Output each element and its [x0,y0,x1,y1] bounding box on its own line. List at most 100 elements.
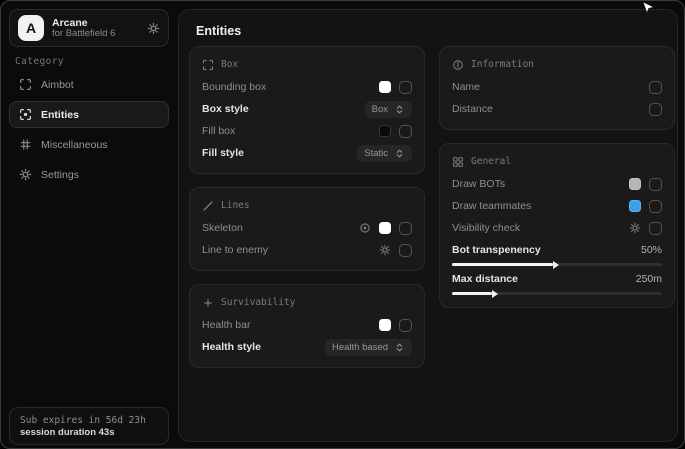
slider-track[interactable] [452,292,662,295]
setting-label: Draw teammates [452,200,531,212]
sidebar-item-label: Entities [41,109,79,121]
sidebar-item-label: Settings [41,169,79,181]
card-title: Lines [221,200,250,211]
slider-row: Max distance 250m [452,269,662,295]
aimbot-icon [19,78,32,91]
color-swatch[interactable] [379,319,391,331]
sub-expiry-text: Sub expires in 56d 23h [20,415,158,426]
checkbox-line-to-enemy[interactable] [399,244,412,257]
card-general: General Draw BOTs Draw teammates Visibil… [439,143,675,308]
slider-value: 250m [636,273,662,285]
gear-icon[interactable] [629,222,641,234]
slider-label: Max distance [452,273,518,285]
card-header: Information [452,56,662,73]
settings-gear-icon[interactable] [147,22,160,35]
information-icon [452,59,464,71]
setting-row: Distance [452,98,662,120]
entities-icon [19,108,32,121]
checkbox-visibility-check[interactable] [649,222,662,235]
session-duration-text: session duration 43s [20,427,158,438]
checkbox-distance[interactable] [649,103,662,116]
setting-label: Fill style [202,147,244,159]
card-header: General [452,153,662,170]
sidebar-item-label: Miscellaneous [41,139,108,151]
mouse-cursor [642,1,655,19]
configure-icon[interactable] [359,222,371,234]
color-swatch[interactable] [629,178,641,190]
survivability-icon [202,297,214,309]
setting-row: Fill box [202,120,412,142]
card-header: Lines [202,197,412,214]
card-header: Survivability [202,294,412,311]
setting-label: Distance [452,103,493,115]
checkbox-draw-bots[interactable] [649,178,662,191]
app-logo: A [18,15,44,41]
setting-row: Skeleton [202,217,412,239]
setting-label: Visibility check [452,222,520,234]
left-column: Box Bounding box Box style Box Fill box … [189,46,425,368]
card-box: Box Bounding box Box style Box Fill box … [189,46,425,174]
dropdown-value: Static [364,148,388,159]
logo-card: A Arcane for Battlefield 6 [9,9,169,47]
setting-row: Line to enemy [202,239,412,261]
setting-row: Draw teammates [452,195,662,217]
sidebar-item-label: Aimbot [41,79,74,91]
dropdown-value: Health based [332,342,388,353]
color-swatch[interactable] [629,200,641,212]
card-information: Information Name Distance [439,46,675,130]
chevrons-up-down-icon [394,342,405,353]
card-survivability: Survivability Health bar Health style He… [189,284,425,368]
setting-label: Health bar [202,319,250,331]
setting-row: Bounding box [202,76,412,98]
gear-icon[interactable] [379,244,391,256]
setting-row: Health bar [202,314,412,336]
checkbox-fill-box[interactable] [399,125,412,138]
setting-label: Bounding box [202,81,266,93]
checkbox-bounding-box[interactable] [399,81,412,94]
card-title: Survivability [221,297,295,308]
sidebar-nav: Aimbot Entities Miscellaneous Settings [9,71,169,188]
dropdown-box-style[interactable]: Box [365,101,412,118]
checkbox-draw-teammates[interactable] [649,200,662,213]
general-icon [452,156,464,168]
setting-row: Fill style Static [202,142,412,164]
setting-row: Name [452,76,662,98]
app-window: A Arcane for Battlefield 6 Category Aimb… [0,0,685,449]
slider-track[interactable] [452,263,662,266]
color-swatch[interactable] [379,222,391,234]
sidebar-item-miscellaneous[interactable]: Miscellaneous [9,131,169,158]
subscription-card: Sub expires in 56d 23h session duration … [9,407,169,445]
setting-label: Draw BOTs [452,178,505,190]
app-subtitle: for Battlefield 6 [52,29,139,40]
chevrons-up-down-icon [394,148,405,159]
app-name: Arcane [52,17,139,29]
setting-label: Line to enemy [202,244,268,256]
sidebar: A Arcane for Battlefield 6 Category Aimb… [1,1,177,449]
slider-handle[interactable] [553,261,559,269]
dropdown-fill-style[interactable]: Static [357,145,412,162]
slider-handle[interactable] [492,290,498,298]
card-title: General [471,156,511,167]
dropdown-health-style[interactable]: Health based [325,339,412,356]
color-swatch[interactable] [379,125,391,137]
checkbox-health-bar[interactable] [399,319,412,332]
setting-label: Fill box [202,125,235,137]
color-swatch[interactable] [379,81,391,93]
setting-row: Draw BOTs [452,173,662,195]
setting-row: Visibility check [452,217,662,239]
lines-icon [202,200,214,212]
card-title: Information [471,59,534,70]
setting-label: Name [452,81,480,93]
setting-row: Health style Health based [202,336,412,358]
checkbox-name[interactable] [649,81,662,94]
checkbox-skeleton[interactable] [399,222,412,235]
sidebar-item-aimbot[interactable]: Aimbot [9,71,169,98]
sidebar-item-settings[interactable]: Settings [9,161,169,188]
card-title: Box [221,59,238,70]
sidebar-item-entities[interactable]: Entities [9,101,169,128]
main-panel: Entities Box Bounding box Box style Box … [178,9,678,442]
category-label: Category [15,56,64,67]
setting-label: Box style [202,103,249,115]
setting-row: Box style Box [202,98,412,120]
right-column: Information Name Distance General Draw B… [439,46,675,308]
